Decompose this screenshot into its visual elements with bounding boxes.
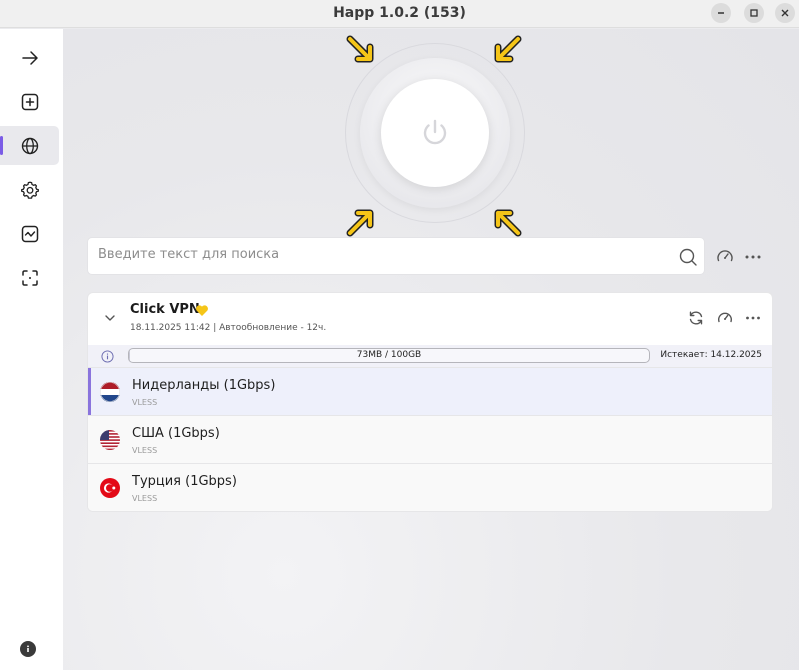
about-button[interactable]	[20, 641, 36, 657]
server-item[interactable]: США (1Gbps) VLESS	[88, 415, 772, 463]
close-icon	[781, 9, 789, 17]
arrow-pointer-icon	[494, 209, 522, 237]
sidebar-item-settings[interactable]	[0, 170, 59, 209]
server-name: США (1Gbps)	[132, 426, 220, 441]
yellow-heart-icon	[196, 305, 208, 316]
subscription-name: Click VPN	[130, 302, 200, 317]
server-name: Турция (1Gbps)	[132, 474, 237, 489]
subscription-more-button[interactable]	[744, 309, 762, 327]
server-name: Нидерланды (1Gbps)	[132, 378, 276, 393]
main-panel: Click VPN 18.11.2025 11:42 | Автообновле…	[63, 29, 799, 670]
more-options-button[interactable]	[743, 247, 763, 267]
maximize-button[interactable]	[744, 3, 764, 23]
activity-chart-icon	[21, 225, 38, 242]
sidebar-item-servers[interactable]	[0, 126, 59, 165]
window-title: Happ 1.0.2 (153)	[333, 5, 466, 21]
arrow-pointer-icon	[346, 209, 374, 237]
ping-subscription-button[interactable]	[716, 309, 734, 327]
subscription-header[interactable]: Click VPN 18.11.2025 11:42 | Автообновле…	[88, 293, 772, 345]
minimize-button[interactable]	[711, 3, 731, 23]
subscription-card: Click VPN 18.11.2025 11:42 | Автообновле…	[87, 292, 773, 512]
search-icon[interactable]	[678, 247, 698, 267]
subscription-meta: 18.11.2025 11:42 | Автообновление - 12ч.	[130, 323, 327, 333]
server-item[interactable]: Турция (1Gbps) VLESS	[88, 463, 772, 511]
plus-square-icon	[21, 93, 38, 110]
chevron-down-icon[interactable]	[103, 311, 117, 325]
sidebar-item-connect[interactable]	[0, 38, 59, 77]
search-input[interactable]	[98, 247, 658, 262]
globe-icon	[21, 137, 38, 154]
sidebar-item-add[interactable]	[0, 82, 59, 121]
sidebar-item-scan[interactable]	[0, 258, 59, 297]
usa-flag-icon	[100, 430, 120, 450]
info-icon	[27, 645, 29, 652]
search-box	[87, 237, 705, 275]
arrow-pointer-icon	[494, 35, 522, 63]
power-icon	[423, 119, 447, 145]
connect-button[interactable]	[381, 79, 489, 187]
traffic-progress-bar: 73MB / 100GB	[128, 348, 650, 363]
traffic-usage-text: 73MB / 100GB	[356, 350, 422, 360]
turkey-flag-icon	[100, 478, 120, 498]
close-button[interactable]	[775, 3, 795, 23]
arrow-right-icon	[21, 50, 38, 65]
netherlands-flag-icon	[100, 382, 120, 402]
title-bar: Happ 1.0.2 (153)	[0, 0, 799, 28]
expiry-date: Истекает: 14.12.2025	[660, 350, 762, 360]
traffic-usage-row: 73MB / 100GB Истекает: 14.12.2025	[88, 345, 772, 367]
arrow-pointer-icon	[346, 35, 374, 63]
minimize-icon	[718, 12, 724, 14]
server-protocol: VLESS	[132, 446, 158, 455]
gear-icon	[20, 181, 39, 199]
server-protocol: VLESS	[132, 398, 158, 407]
sidebar	[0, 29, 63, 670]
server-protocol: VLESS	[132, 494, 158, 503]
maximize-icon	[750, 9, 758, 17]
refresh-button[interactable]	[687, 309, 705, 327]
info-circle-icon[interactable]	[101, 350, 114, 363]
server-item[interactable]: Нидерланды (1Gbps) VLESS	[88, 367, 772, 416]
scan-frame-icon	[21, 269, 38, 286]
ping-all-button[interactable]	[715, 247, 735, 267]
sidebar-item-statistics[interactable]	[0, 214, 59, 253]
